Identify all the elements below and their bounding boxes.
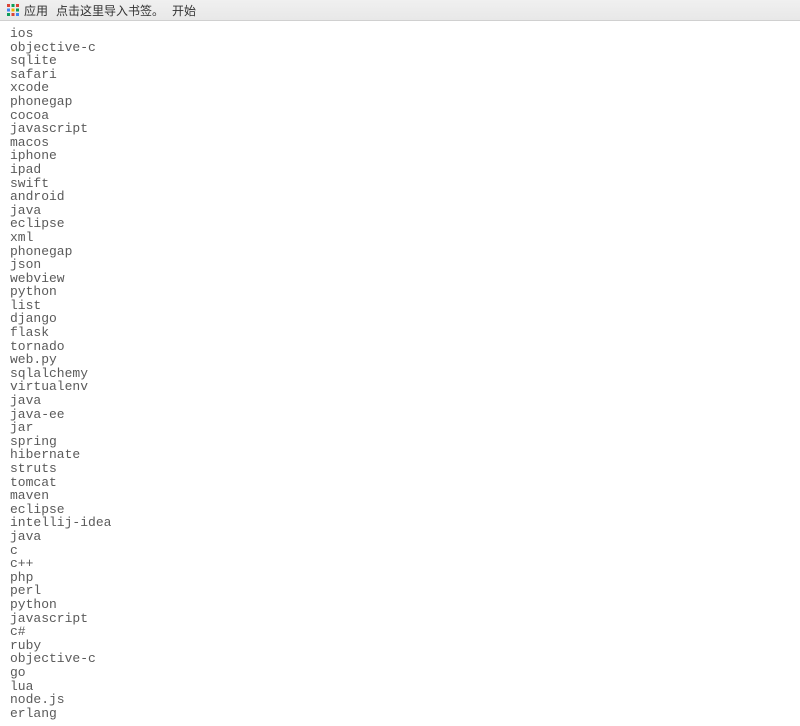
tag-item: c#	[10, 625, 790, 639]
tag-item: virtualenv	[10, 380, 790, 394]
tag-item: iphone	[10, 149, 790, 163]
tag-item: tornado	[10, 340, 790, 354]
tag-item: node.js	[10, 693, 790, 707]
tag-item: java	[10, 394, 790, 408]
tag-item: ios	[10, 27, 790, 41]
tag-item: go	[10, 666, 790, 680]
tag-item: eclipse	[10, 217, 790, 231]
tag-item: objective-c	[10, 41, 790, 55]
tag-item: flask	[10, 326, 790, 340]
bookmark-bar: 应用 点击这里导入书签。 开始	[0, 0, 800, 21]
tag-item: safari	[10, 68, 790, 82]
tag-item: sqlalchemy	[10, 367, 790, 381]
tag-item: webview	[10, 272, 790, 286]
tag-item: c++	[10, 557, 790, 571]
tag-item: hibernate	[10, 448, 790, 462]
tag-item: web.py	[10, 353, 790, 367]
tag-item: ruby	[10, 639, 790, 653]
tag-item: java-ee	[10, 408, 790, 422]
tag-item: sqlite	[10, 54, 790, 68]
apps-label: 应用	[24, 2, 48, 19]
tag-item: macos	[10, 136, 790, 150]
tag-item: perl	[10, 584, 790, 598]
start-link[interactable]: 开始	[172, 2, 196, 19]
tag-item: phonegap	[10, 245, 790, 259]
tag-item: eclipse	[10, 503, 790, 517]
tag-item: java	[10, 530, 790, 544]
tag-item: spring	[10, 435, 790, 449]
tag-item: struts	[10, 462, 790, 476]
tag-item: javascript	[10, 122, 790, 136]
tag-item: ipad	[10, 163, 790, 177]
tag-item: php	[10, 571, 790, 585]
tag-item: cocoa	[10, 109, 790, 123]
apps-button[interactable]: 应用	[6, 2, 48, 19]
import-bookmarks-label: 点击这里导入书签。	[56, 2, 164, 19]
tag-item: json	[10, 258, 790, 272]
start-label: 开始	[172, 2, 196, 19]
tag-item: django	[10, 312, 790, 326]
tag-item: java	[10, 204, 790, 218]
tag-item: xml	[10, 231, 790, 245]
tag-item: objective-c	[10, 652, 790, 666]
tag-item: tomcat	[10, 476, 790, 490]
tag-item: javascript	[10, 612, 790, 626]
tag-item: c	[10, 544, 790, 558]
apps-grid-icon	[6, 3, 20, 17]
tag-item: list	[10, 299, 790, 313]
tag-item: intellij-idea	[10, 516, 790, 530]
tag-item: python	[10, 598, 790, 612]
tag-item: xcode	[10, 81, 790, 95]
tag-item: erlang	[10, 707, 790, 721]
tag-item: maven	[10, 489, 790, 503]
tag-item: phonegap	[10, 95, 790, 109]
tag-item: python	[10, 285, 790, 299]
tag-item: swift	[10, 177, 790, 191]
tag-item: jar	[10, 421, 790, 435]
tag-item: android	[10, 190, 790, 204]
page-content: iosobjective-csqlitesafarixcodephonegapc…	[0, 21, 800, 726]
import-bookmarks-link[interactable]: 点击这里导入书签。	[56, 2, 164, 19]
